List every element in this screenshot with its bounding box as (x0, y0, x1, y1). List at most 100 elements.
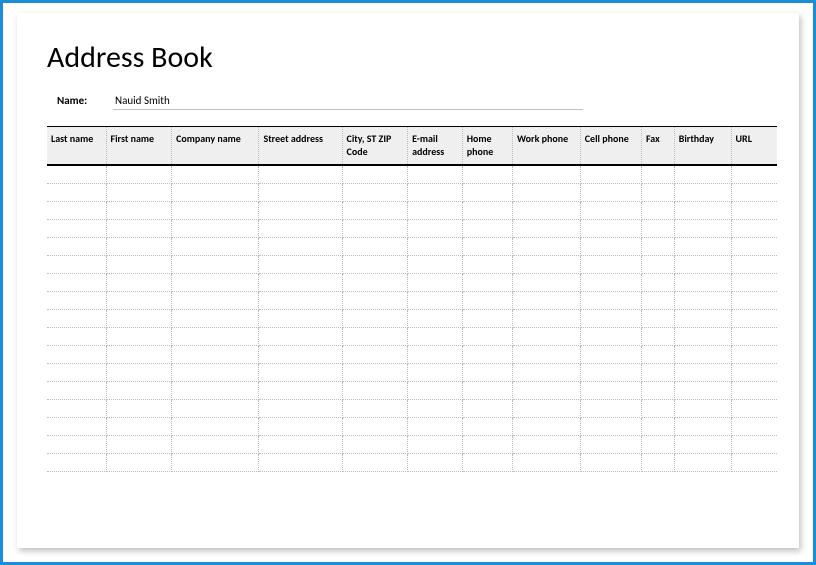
table-cell[interactable] (462, 327, 512, 345)
table-cell[interactable] (513, 327, 581, 345)
table-cell[interactable] (172, 417, 259, 435)
table-cell[interactable] (106, 417, 172, 435)
table-cell[interactable] (641, 417, 674, 435)
table-cell[interactable] (462, 309, 512, 327)
table-cell[interactable] (259, 201, 342, 219)
table-cell[interactable] (106, 255, 172, 273)
table-cell[interactable] (462, 291, 512, 309)
table-cell[interactable] (674, 237, 731, 255)
table-cell[interactable] (513, 291, 581, 309)
table-cell[interactable] (342, 201, 408, 219)
table-cell[interactable] (513, 417, 581, 435)
table-cell[interactable] (513, 255, 581, 273)
table-cell[interactable] (259, 183, 342, 201)
table-cell[interactable] (580, 237, 641, 255)
table-cell[interactable] (408, 201, 463, 219)
table-cell[interactable] (513, 381, 581, 399)
table-cell[interactable] (408, 219, 463, 237)
table-cell[interactable] (674, 381, 731, 399)
table-cell[interactable] (47, 237, 106, 255)
table-cell[interactable] (172, 399, 259, 417)
table-cell[interactable] (408, 309, 463, 327)
table-cell[interactable] (106, 363, 172, 381)
table-cell[interactable] (408, 291, 463, 309)
table-cell[interactable] (641, 327, 674, 345)
table-cell[interactable] (580, 183, 641, 201)
table-cell[interactable] (580, 309, 641, 327)
table-cell[interactable] (513, 183, 581, 201)
table-cell[interactable] (462, 255, 512, 273)
table-cell[interactable] (731, 255, 777, 273)
table-cell[interactable] (580, 363, 641, 381)
table-cell[interactable] (47, 435, 106, 453)
table-cell[interactable] (731, 363, 777, 381)
table-cell[interactable] (731, 345, 777, 363)
table-cell[interactable] (408, 273, 463, 291)
table-cell[interactable] (674, 165, 731, 183)
table-cell[interactable] (106, 237, 172, 255)
table-cell[interactable] (731, 417, 777, 435)
table-cell[interactable] (106, 381, 172, 399)
table-cell[interactable] (408, 327, 463, 345)
table-cell[interactable] (731, 435, 777, 453)
table-cell[interactable] (342, 273, 408, 291)
table-cell[interactable] (172, 255, 259, 273)
table-cell[interactable] (580, 453, 641, 471)
table-cell[interactable] (342, 165, 408, 183)
table-cell[interactable] (106, 399, 172, 417)
table-cell[interactable] (462, 417, 512, 435)
table-cell[interactable] (580, 345, 641, 363)
table-cell[interactable] (674, 291, 731, 309)
table-cell[interactable] (106, 273, 172, 291)
table-cell[interactable] (342, 345, 408, 363)
table-cell[interactable] (513, 219, 581, 237)
table-cell[interactable] (342, 417, 408, 435)
table-cell[interactable] (462, 201, 512, 219)
table-cell[interactable] (513, 237, 581, 255)
table-cell[interactable] (408, 363, 463, 381)
table-cell[interactable] (259, 363, 342, 381)
table-cell[interactable] (47, 399, 106, 417)
table-cell[interactable] (731, 273, 777, 291)
table-cell[interactable] (106, 327, 172, 345)
table-cell[interactable] (259, 399, 342, 417)
table-cell[interactable] (259, 165, 342, 183)
table-cell[interactable] (674, 201, 731, 219)
table-cell[interactable] (172, 453, 259, 471)
table-cell[interactable] (513, 273, 581, 291)
table-cell[interactable] (731, 291, 777, 309)
table-cell[interactable] (172, 201, 259, 219)
table-cell[interactable] (731, 381, 777, 399)
table-cell[interactable] (47, 327, 106, 345)
table-cell[interactable] (172, 345, 259, 363)
table-cell[interactable] (259, 453, 342, 471)
table-cell[interactable] (408, 435, 463, 453)
table-cell[interactable] (462, 219, 512, 237)
table-cell[interactable] (342, 327, 408, 345)
table-cell[interactable] (172, 219, 259, 237)
table-cell[interactable] (342, 381, 408, 399)
table-cell[interactable] (259, 291, 342, 309)
table-cell[interactable] (342, 237, 408, 255)
table-cell[interactable] (259, 273, 342, 291)
table-cell[interactable] (47, 309, 106, 327)
table-cell[interactable] (674, 309, 731, 327)
table-cell[interactable] (408, 183, 463, 201)
table-cell[interactable] (513, 435, 581, 453)
table-cell[interactable] (674, 417, 731, 435)
table-cell[interactable] (172, 381, 259, 399)
table-cell[interactable] (580, 255, 641, 273)
table-cell[interactable] (513, 399, 581, 417)
table-cell[interactable] (408, 381, 463, 399)
table-cell[interactable] (580, 219, 641, 237)
table-cell[interactable] (641, 237, 674, 255)
table-cell[interactable] (641, 201, 674, 219)
table-cell[interactable] (641, 345, 674, 363)
table-cell[interactable] (674, 273, 731, 291)
table-cell[interactable] (731, 201, 777, 219)
table-cell[interactable] (580, 165, 641, 183)
table-cell[interactable] (674, 453, 731, 471)
table-cell[interactable] (462, 165, 512, 183)
table-cell[interactable] (674, 327, 731, 345)
table-cell[interactable] (259, 237, 342, 255)
